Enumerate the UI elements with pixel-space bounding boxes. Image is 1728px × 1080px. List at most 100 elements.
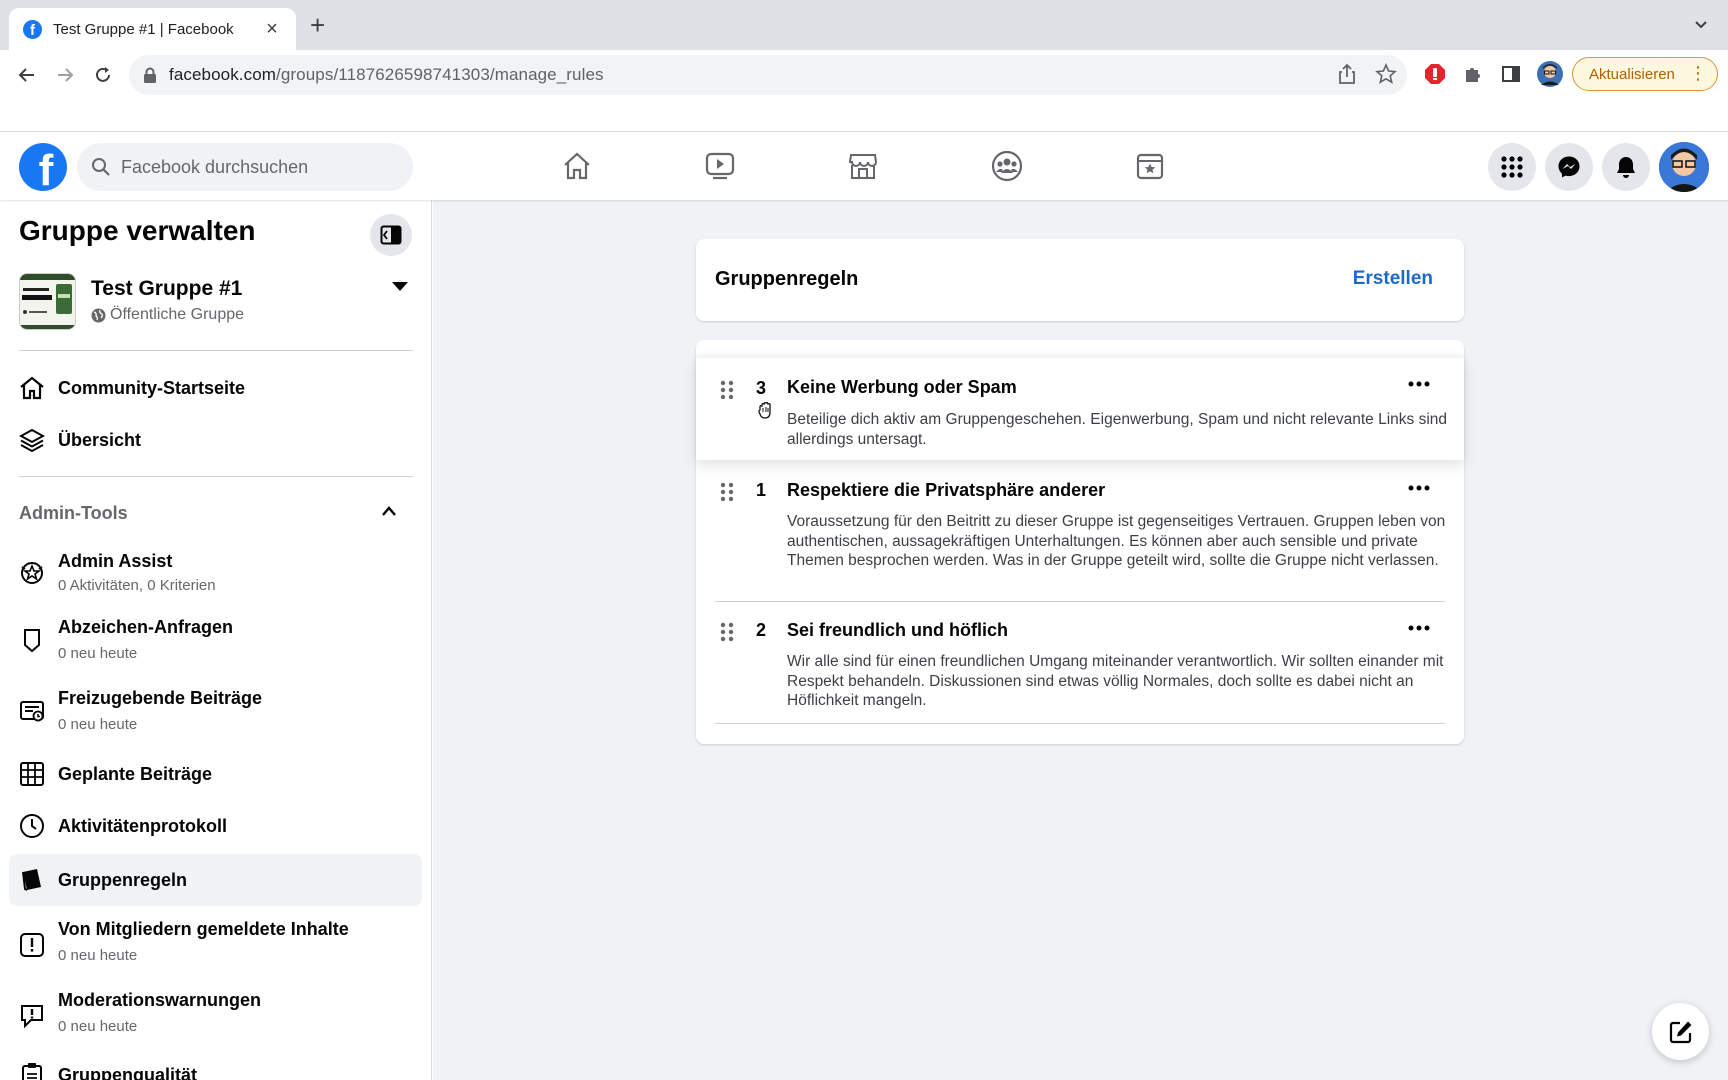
gaming-icon [1136, 153, 1164, 180]
sidebar-panel-icon [380, 225, 402, 245]
layers-icon [19, 427, 45, 453]
sidebar-item-pending-posts[interactable]: Freizugebende Beiträge 0 neu heute [9, 679, 422, 743]
new-message-button[interactable] [1652, 1003, 1709, 1060]
rule-item[interactable]: 2 Sei freundlich und höflich Wir alle si… [696, 602, 1464, 724]
account-avatar[interactable] [1659, 142, 1709, 192]
more-icon[interactable] [1408, 625, 1430, 631]
rule-description: Voraussetzung für den Beitritt zu dieser… [787, 513, 1446, 569]
sidebar-item-group-quality[interactable]: Gruppenqualität [9, 1055, 422, 1080]
browser-toolbar: facebook.com/groups/1187626598741303/man… [0, 50, 1728, 132]
close-tab-icon[interactable]: × [262, 18, 282, 41]
back-button[interactable] [12, 60, 42, 90]
back-arrow-icon [18, 68, 34, 82]
sidebar-item-label: Abzeichen-Anfragen [58, 617, 234, 637]
side-panel-icon[interactable] [1497, 60, 1525, 88]
browser-tab[interactable]: f Test Gruppe #1 | Facebook × [9, 8, 296, 50]
update-label: Aktualisieren [1589, 65, 1675, 83]
rule-number: 2 [756, 620, 767, 640]
globe-icon [91, 308, 106, 322]
drag-handle-icon[interactable] [720, 380, 734, 400]
profile-avatar-icon[interactable] [1536, 60, 1564, 88]
group-cover-thumbnail[interactable] [19, 273, 76, 330]
address-bar[interactable]: facebook.com/groups/1187626598741303/man… [129, 55, 1407, 95]
browser-menu-icon[interactable]: ⋮ [1689, 64, 1707, 82]
share-icon[interactable] [1337, 63, 1357, 85]
forward-button[interactable] [50, 60, 80, 90]
search-input[interactable] [121, 156, 381, 178]
sidebar-item-moderation-alerts[interactable]: Moderationswarnungen 0 neu heute [9, 983, 422, 1047]
nav-groups[interactable] [987, 146, 1027, 186]
facebook-logo-icon[interactable]: f [19, 143, 67, 191]
drag-handle-icon[interactable] [720, 482, 734, 502]
new-tab-button[interactable]: + [310, 12, 325, 38]
moderation-alert-icon [19, 1003, 45, 1029]
group-switcher-caret-icon[interactable] [392, 282, 408, 291]
sidebar-item-community-home[interactable]: Community-Startseite [9, 364, 422, 412]
rule-description: Wir alle sind für einen freundlichen Umg… [787, 653, 1444, 709]
groups-icon [991, 150, 1023, 182]
notifications-button[interactable] [1602, 143, 1650, 191]
sidebar-item-scheduled-posts[interactable]: Geplante Beiträge [9, 750, 422, 798]
nav-gaming[interactable] [1130, 146, 1170, 186]
compose-icon [1669, 1021, 1691, 1043]
sidebar-item-label: Moderationswarnungen [58, 990, 262, 1010]
group-privacy-label: Öffentliche Gruppe [110, 306, 245, 323]
rule-item-dragging[interactable]: 3 Keine Werbung oder Spam Beteilige dich… [696, 358, 1464, 460]
sidebar-item-label: Gruppenregeln [58, 870, 188, 890]
sidebar-item-sub: 0 neu heute [58, 947, 138, 964]
menu-button[interactable] [1488, 143, 1536, 191]
adblock-extension-icon[interactable] [1421, 60, 1449, 88]
more-icon[interactable] [1408, 485, 1430, 491]
clock-icon [19, 813, 45, 839]
search-box[interactable] [77, 143, 413, 191]
rule-title: Respektiere die Privatsphäre anderer [787, 480, 1106, 500]
admin-tools-heading[interactable]: Admin-Tools [19, 503, 128, 524]
extensions-puzzle-icon[interactable] [1459, 60, 1487, 88]
sidebar-item-badge-requests[interactable]: Abzeichen-Anfragen 0 neu heute [9, 608, 422, 672]
home-icon [564, 152, 590, 180]
nav-home[interactable] [557, 146, 597, 186]
clipboard-icon [19, 1062, 45, 1080]
rule-title: Sei freundlich und höflich [787, 620, 1009, 640]
sidebar-item-sub: 0 neu heute [58, 645, 138, 662]
rule-item[interactable]: 1 Respektiere die Privatsphäre anderer V… [696, 460, 1464, 602]
bell-icon [1617, 157, 1635, 178]
group-privacy: Öffentliche Gruppe [91, 306, 244, 324]
sidebar-item-member-reported-content[interactable]: Von Mitgliedern gemeldete Inhalte 0 neu … [9, 912, 422, 976]
messenger-button[interactable] [1545, 143, 1593, 191]
rules-header-card: Gruppenregeln Erstellen [696, 239, 1464, 321]
tab-search-chevron-icon[interactable] [1694, 18, 1708, 32]
sidebar-divider [19, 476, 413, 477]
sidebar-item-sub: 0 neu heute [58, 716, 138, 733]
browser-tab-bar: f Test Gruppe #1 | Facebook × + [0, 0, 1728, 50]
sidebar-item-label: Freizugebende Beiträge [58, 688, 263, 708]
reload-button[interactable] [88, 60, 118, 90]
sidebar-item-label: Geplante Beiträge [58, 764, 213, 784]
manage-group-sidebar: Gruppe verwalten Test Gruppe #1 Öffentli… [0, 200, 432, 1080]
create-rule-button[interactable]: Erstellen [1353, 268, 1433, 290]
nav-watch[interactable] [700, 146, 740, 186]
facebook-top-bar: f [0, 132, 1728, 200]
drag-handle-icon[interactable] [720, 622, 734, 642]
facebook-favicon-icon: f [23, 19, 42, 39]
sidebar-divider [19, 350, 413, 351]
menu-grid-icon [1501, 156, 1523, 178]
rule-title: Keine Werbung oder Spam [787, 377, 1017, 397]
bookmark-star-icon[interactable] [1375, 63, 1397, 85]
rule-divider [715, 723, 1445, 724]
sidebar-item-label: Von Mitgliedern gemeldete Inhalte [58, 919, 349, 939]
home-icon [19, 375, 45, 401]
collapse-sidebar-button[interactable] [370, 214, 412, 256]
sidebar-item-admin-assist[interactable]: Admin Assist 0 Aktivitäten, 0 Kriterien [9, 541, 422, 605]
chevron-up-icon[interactable] [381, 505, 397, 517]
update-button[interactable]: Aktualisieren ⋮ [1572, 57, 1718, 91]
sidebar-item-sub: 0 Aktivitäten, 0 Kriterien [58, 577, 216, 594]
sidebar-item-activity-log[interactable]: Aktivitätenprotokoll [9, 802, 422, 850]
sidebar-item-overview[interactable]: Übersicht [9, 416, 422, 464]
sidebar-item-label: Community-Startseite [58, 378, 246, 398]
rule-number: 1 [756, 480, 767, 500]
group-name[interactable]: Test Gruppe #1 [91, 277, 242, 301]
nav-marketplace[interactable] [843, 146, 883, 186]
sidebar-item-group-rules[interactable]: Gruppenregeln [9, 854, 422, 906]
more-icon[interactable] [1408, 381, 1430, 387]
